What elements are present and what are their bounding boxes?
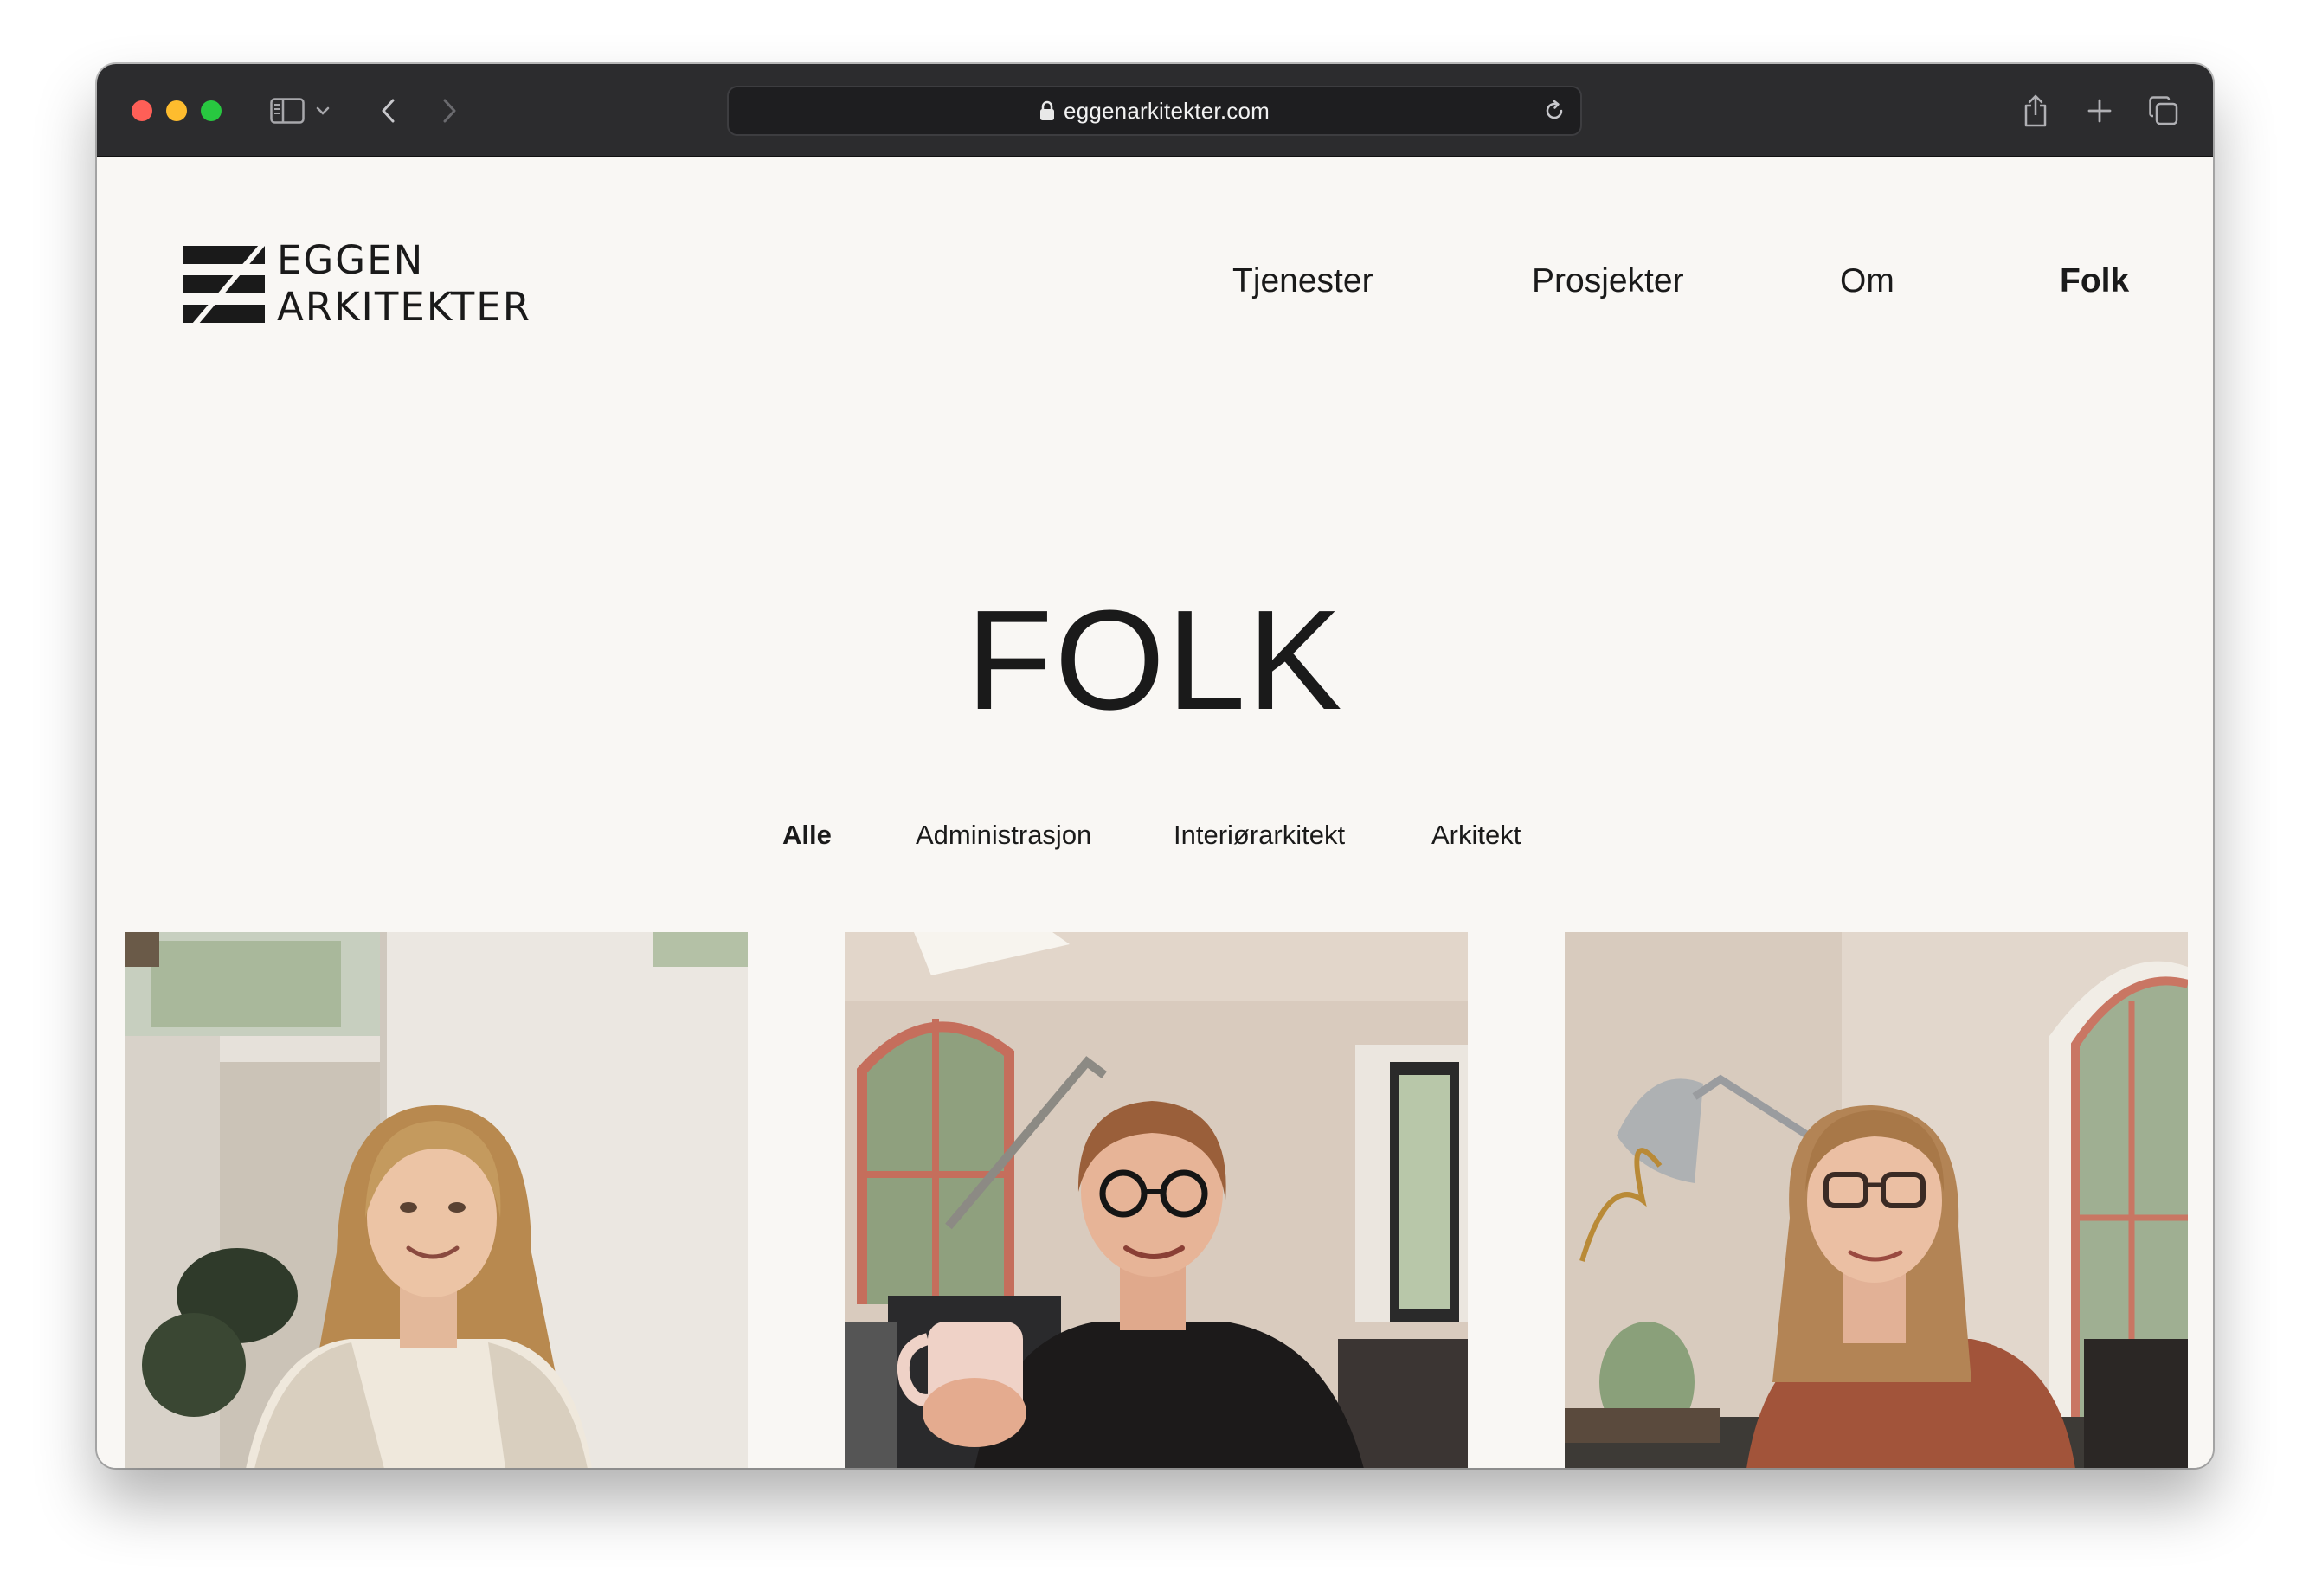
close-window-button[interactable]: [132, 100, 152, 121]
person-photo-3[interactable]: [1565, 932, 2188, 1468]
tabs-overview-icon[interactable]: [2145, 90, 2183, 132]
address-bar[interactable]: eggenarkitekter.com: [727, 86, 1582, 136]
eggen-logo-mark: [183, 246, 265, 323]
filter-alle[interactable]: Alle: [782, 820, 832, 851]
browser-toolbar: eggenarkitekter.com: [97, 64, 2213, 157]
chevron-left-icon[interactable]: [376, 90, 402, 132]
nav-prosjekter[interactable]: Prosjekter: [1532, 262, 1684, 300]
url-text: eggenarkitekter.com: [1064, 97, 1270, 124]
filter-administrasjon[interactable]: Administrasjon: [916, 820, 1091, 851]
logo-line-2: ARKITEKTER: [277, 284, 531, 330]
web-page: EGGEN ARKITEKTER Tjenester Prosjekter Om…: [97, 157, 2213, 1468]
browser-window: eggenarkitekter.com EGGEN ARKITEKTER Tje…: [97, 64, 2213, 1468]
chevron-right-icon[interactable]: [436, 90, 462, 132]
logo-line-1: EGGEN: [277, 237, 425, 283]
page-title: FOLK: [966, 581, 1344, 739]
share-icon[interactable]: [2018, 90, 2053, 132]
person-photo-2[interactable]: [845, 932, 1468, 1468]
lock-icon: [1039, 100, 1055, 121]
nav-tjenester[interactable]: Tjenester: [1232, 262, 1373, 300]
sidebar-icon[interactable]: [267, 90, 308, 132]
logo-wordmark: EGGEN ARKITEKTER: [277, 237, 531, 331]
filter-interiorarkitekt[interactable]: Interiørarkitekt: [1174, 820, 1345, 851]
reload-icon[interactable]: [1540, 97, 1568, 125]
zoom-window-button[interactable]: [201, 100, 222, 121]
site-logo[interactable]: EGGEN ARKITEKTER: [183, 237, 531, 331]
nav-om[interactable]: Om: [1840, 262, 1894, 300]
plus-icon[interactable]: [2082, 90, 2117, 132]
person-photo-1[interactable]: [125, 932, 748, 1468]
minimize-window-button[interactable]: [166, 100, 187, 121]
chevron-down-icon[interactable]: [313, 90, 332, 132]
nav-folk[interactable]: Folk: [2060, 262, 2129, 300]
filter-arkitekt[interactable]: Arkitekt: [1431, 820, 1521, 851]
